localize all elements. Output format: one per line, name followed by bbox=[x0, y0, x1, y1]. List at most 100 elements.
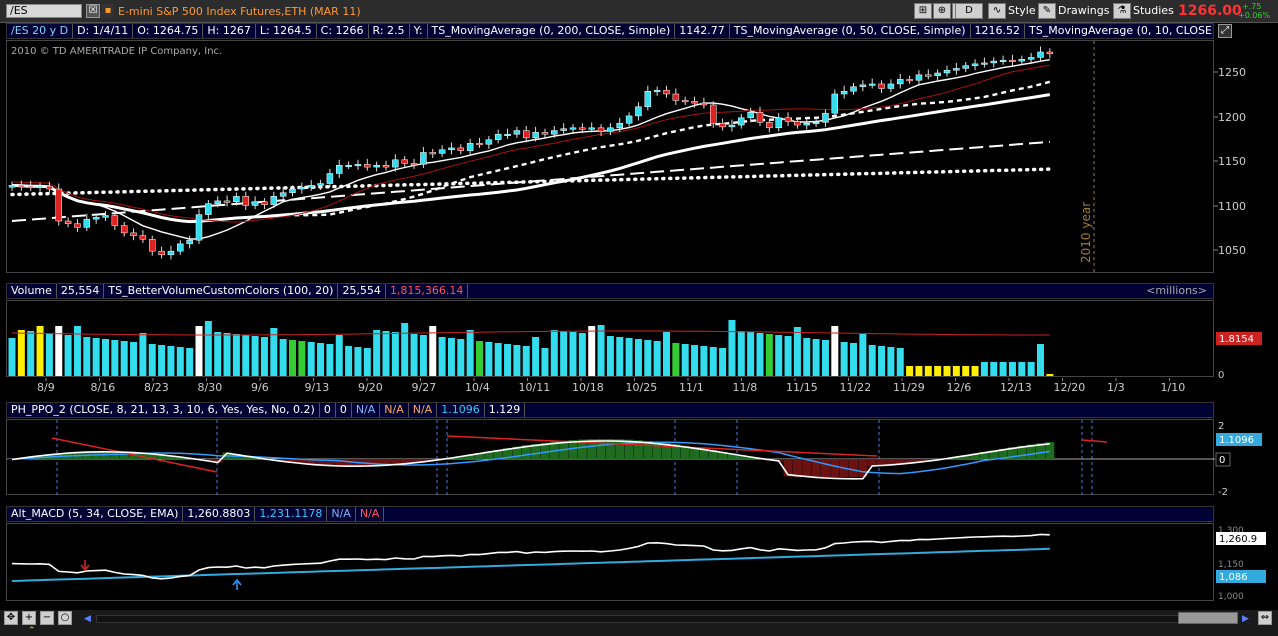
candle-body bbox=[850, 86, 857, 92]
studies-icon[interactable]: ⚗ bbox=[1113, 3, 1131, 19]
volume-bar bbox=[8, 338, 16, 376]
volume-bar bbox=[45, 333, 53, 376]
candle-body bbox=[186, 239, 193, 245]
pan-icon[interactable]: ✥ bbox=[4, 611, 18, 625]
candle-body bbox=[158, 250, 165, 256]
candle-body bbox=[616, 122, 623, 129]
macd-label[interactable]: Alt_MACD (5, 34, CLOSE, EMA) bbox=[7, 507, 184, 521]
ma200-label[interactable]: TS_MovingAverage (0, 200, CLOSE, Simple) bbox=[428, 24, 676, 38]
volume-bar bbox=[606, 336, 614, 376]
volume-bar bbox=[476, 341, 483, 376]
volume-study-label[interactable]: TS_BetterVolumeCustomColors (100, 20) bbox=[104, 284, 339, 298]
date-tick-label: 8/9 bbox=[37, 381, 55, 394]
pencil-icon[interactable]: ✎ bbox=[1038, 3, 1056, 19]
symbol-info-icon[interactable]: ▪ bbox=[102, 4, 114, 18]
studies-menu[interactable]: Studies bbox=[1133, 4, 1174, 17]
date-tick-label: 10/4 bbox=[465, 381, 490, 394]
date-readout: D: 1/4/11 bbox=[73, 24, 134, 38]
scroll-right-icon[interactable]: ▶ bbox=[1242, 614, 1249, 624]
volume-bar bbox=[373, 330, 381, 376]
volume-bar bbox=[438, 337, 446, 376]
volume-bar bbox=[251, 336, 259, 376]
ppo-label[interactable]: PH_PPO_2 (CLOSE, 8, 21, 13, 3, 10, 6, Ye… bbox=[7, 403, 320, 417]
ppo-histogram-bar bbox=[820, 459, 830, 477]
candle-body bbox=[130, 232, 137, 236]
symbol-input[interactable]: /ES bbox=[6, 4, 82, 18]
ma50-line bbox=[11, 80, 1051, 223]
volume-bar bbox=[616, 337, 624, 376]
candle-body bbox=[233, 196, 240, 203]
candle-body bbox=[728, 124, 736, 128]
date-axis: 8/9 8/16 8/23 8/30 9/6 9/13 9/20 9/27 10/4 10/11 1… bbox=[37, 378, 1185, 394]
open-readout: O: 1264.75 bbox=[133, 24, 204, 38]
candle-body bbox=[822, 112, 829, 123]
macd-blue-marker: 1,086 bbox=[1219, 572, 1248, 583]
candle-body bbox=[943, 69, 951, 74]
expand-time-icon[interactable]: ⇔ bbox=[1258, 611, 1272, 625]
volume-bar bbox=[391, 332, 399, 376]
volume-label[interactable]: Volume bbox=[7, 284, 57, 298]
candle-body bbox=[803, 122, 810, 126]
crosshair-icon[interactable]: ⊞ bbox=[914, 3, 932, 19]
candle-body bbox=[868, 83, 876, 86]
zoom-out-icon[interactable]: − bbox=[40, 611, 54, 625]
style-menu[interactable]: Style bbox=[1008, 4, 1036, 17]
volume-bar bbox=[962, 366, 970, 376]
ma10-label[interactable]: TS_MovingAverage (0, 10, CLOSE, Sim... bbox=[1025, 24, 1213, 38]
candle-body bbox=[466, 143, 474, 151]
volume-bar bbox=[569, 332, 577, 376]
candle-body bbox=[438, 149, 446, 154]
volume-bar bbox=[625, 338, 633, 376]
volume-bar bbox=[83, 337, 91, 376]
macd-value-1: 1,260.8803 bbox=[183, 507, 256, 521]
candle-body bbox=[401, 159, 408, 164]
candle-body bbox=[120, 225, 128, 234]
date-tick-label: 12/6 bbox=[947, 381, 972, 394]
candle-body bbox=[307, 185, 315, 188]
magnifier-icon[interactable]: ⊕ bbox=[933, 3, 951, 19]
symbol-period[interactable]: /ES 20 y D bbox=[7, 24, 74, 38]
volume-bar bbox=[588, 326, 596, 376]
expand-icon[interactable]: ⤢ bbox=[1218, 24, 1232, 38]
date-tick-label: 10/18 bbox=[572, 381, 604, 394]
volume-bar bbox=[560, 331, 568, 376]
volume-study-value: 25,554 bbox=[338, 284, 386, 298]
volume-bar bbox=[700, 346, 708, 376]
time-scrollbar[interactable] bbox=[96, 615, 1236, 623]
ma50-label[interactable]: TS_MovingAverage (0, 50, CLOSE, Simple) bbox=[730, 24, 971, 38]
volume-bar bbox=[934, 366, 942, 376]
change-absolute: +.75 bbox=[1242, 2, 1262, 11]
date-tick-label: 10/25 bbox=[626, 381, 658, 394]
ppo-value-6: 1.1096 bbox=[437, 403, 485, 417]
volume-bar bbox=[494, 343, 502, 376]
volume-bar bbox=[681, 344, 689, 376]
candle-body bbox=[588, 127, 595, 130]
volume-bar bbox=[64, 335, 72, 376]
scrollbar-thumb[interactable] bbox=[1178, 612, 1238, 624]
zoom-reset-icon[interactable]: ○ bbox=[58, 611, 72, 625]
volume-bar bbox=[597, 325, 605, 376]
scroll-left-icon[interactable]: ◀ bbox=[84, 614, 91, 624]
candle-body bbox=[448, 147, 455, 150]
volume-bar bbox=[719, 348, 727, 376]
volume-bar bbox=[429, 326, 437, 376]
drawings-menu[interactable]: Drawings bbox=[1058, 4, 1109, 17]
chart-style-icon[interactable]: ∿ bbox=[988, 3, 1006, 19]
ppo-value-1: 0 bbox=[320, 403, 336, 417]
ppo-value-5: N/A bbox=[409, 403, 438, 417]
volume-bar bbox=[120, 341, 128, 376]
zoom-in-icon[interactable]: + bbox=[22, 611, 36, 625]
period-button[interactable]: D bbox=[955, 3, 983, 19]
collapse-icon[interactable]: ⌃ bbox=[28, 626, 36, 636]
price-study-header: /ES 20 y D D: 1/4/11 O: 1264.75 H: 1267 L: 1… bbox=[6, 23, 1214, 39]
volume-bar bbox=[326, 344, 334, 376]
candle-body bbox=[953, 68, 960, 71]
buy-arrow-icon bbox=[232, 578, 242, 590]
volume-chart bbox=[8, 320, 1054, 376]
candle-body bbox=[354, 164, 362, 167]
candle-body bbox=[738, 117, 745, 126]
candle-body bbox=[747, 112, 754, 119]
date-tick-label: 12/13 bbox=[1000, 381, 1032, 394]
symbol-lookup-button[interactable]: ☒ bbox=[86, 4, 100, 18]
candle-body bbox=[420, 152, 427, 165]
